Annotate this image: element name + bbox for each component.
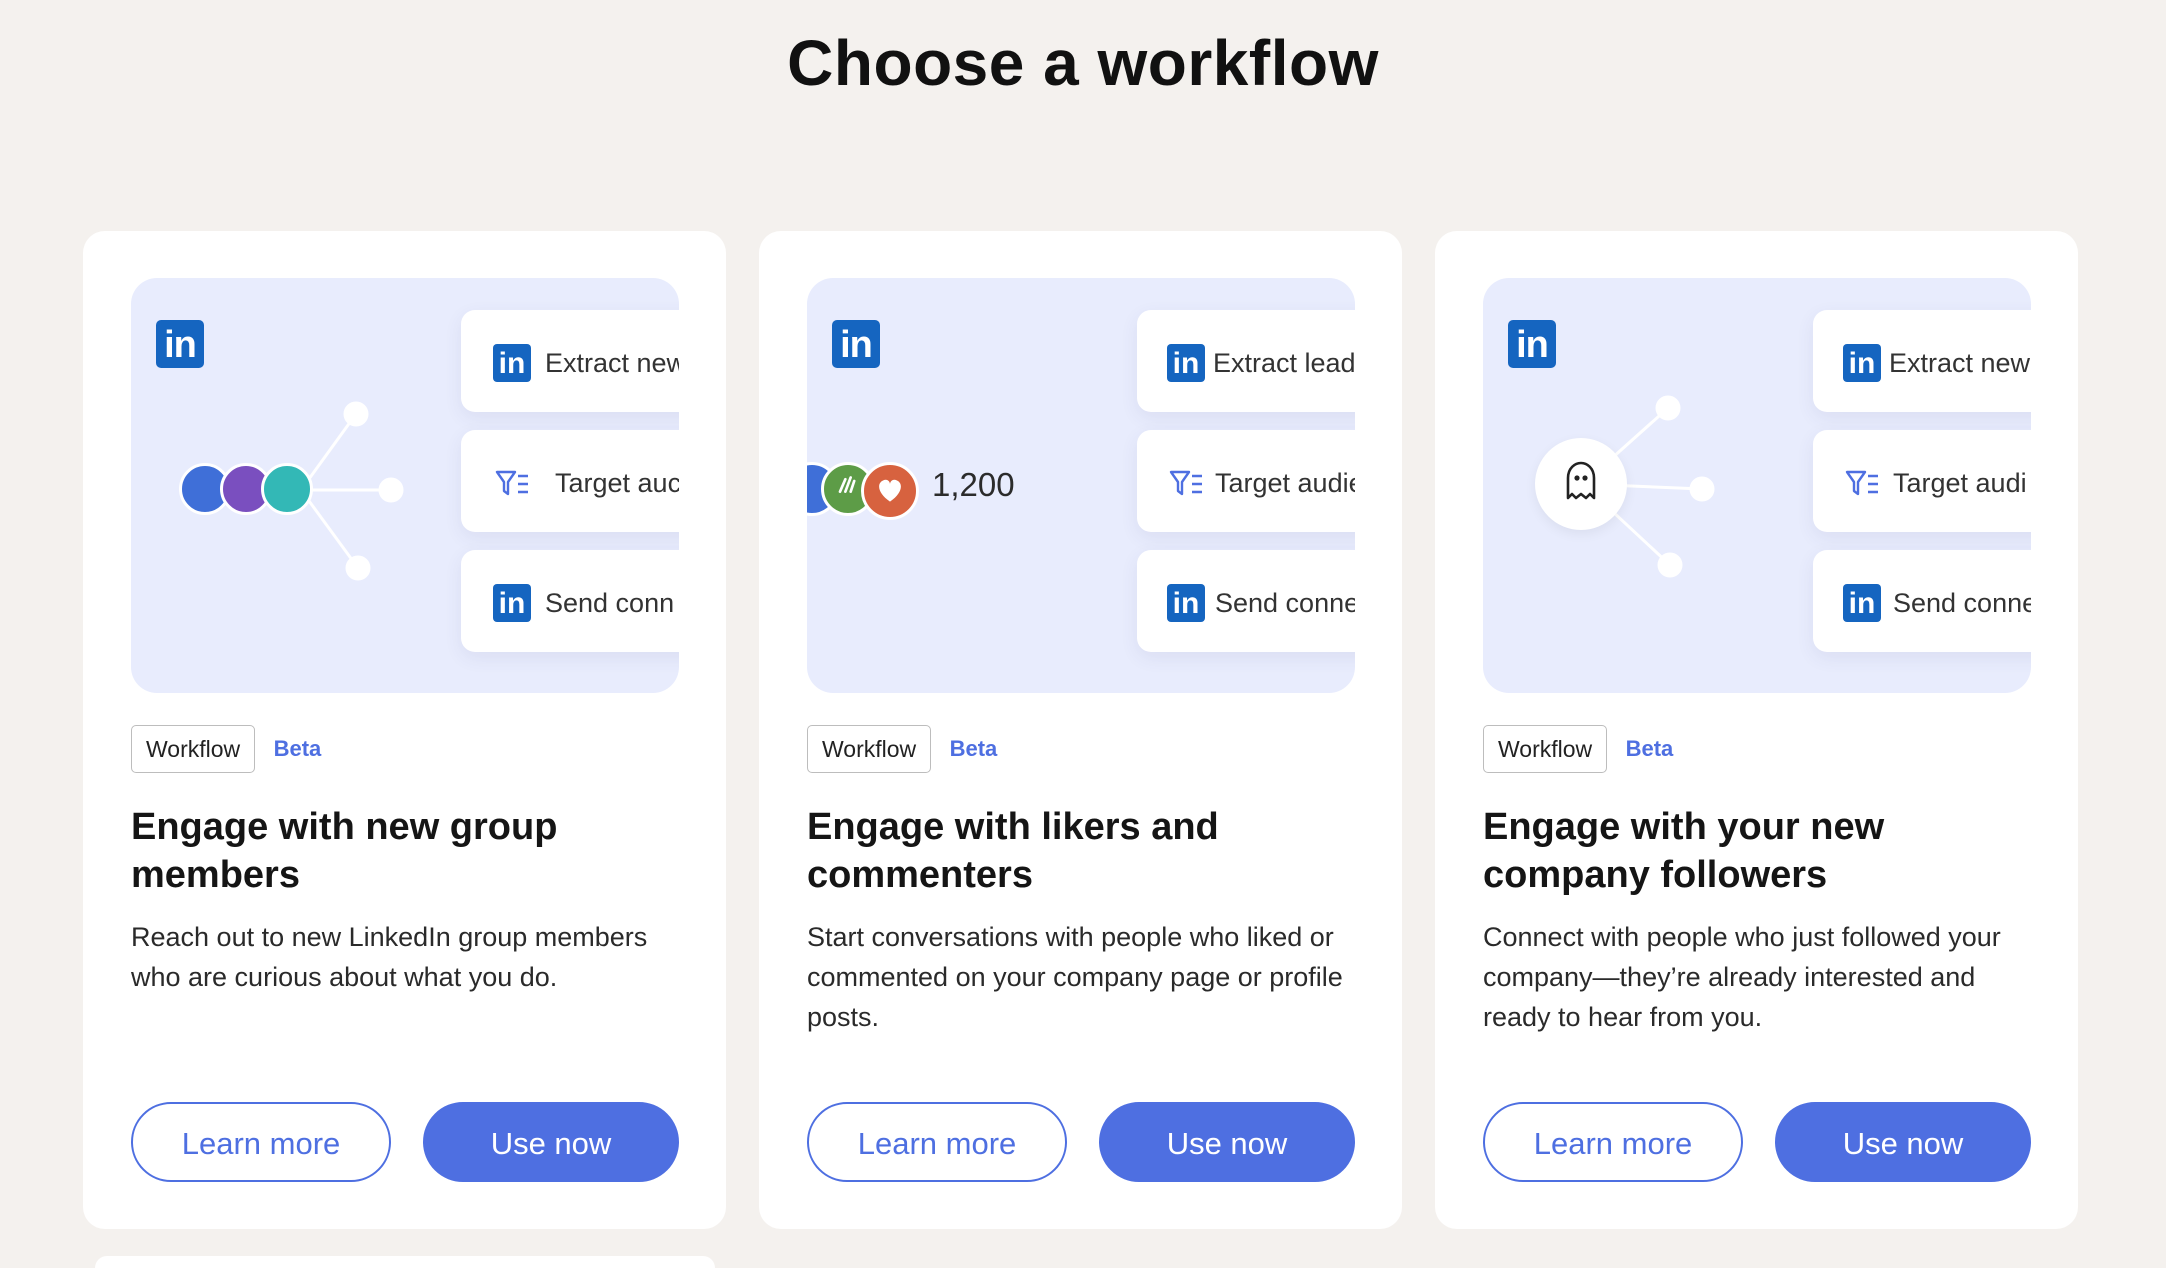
linkedin-icon: in	[1167, 344, 1205, 382]
reaction-count: 1,200	[932, 466, 1015, 503]
step-send: in Send connection	[1137, 550, 1355, 652]
step-label: Extract new	[1889, 348, 2031, 378]
step-extract: in Extract new	[1813, 310, 2031, 412]
beta-badge: Beta	[1625, 736, 1674, 761]
card-tags: Workflow Beta	[131, 725, 321, 773]
workflow-preview: in in Extract new Target audi in Send co…	[1483, 278, 2031, 693]
workflow-tag: Workflow	[131, 725, 256, 773]
connector-lines-icon	[1581, 395, 1715, 578]
card-title: Engage with your new company followers	[1483, 806, 1885, 896]
step-extract: in Extract new	[461, 310, 679, 412]
hub-graphic	[131, 278, 431, 693]
heart-reaction-icon	[861, 462, 919, 520]
step-label: Send conn	[545, 588, 675, 618]
step-label: Extract new	[545, 348, 679, 378]
step-target: Target auc	[461, 430, 679, 532]
learn-more-button[interactable]: Learn more	[807, 1102, 1067, 1182]
step-send: in Send conne	[1813, 550, 2031, 652]
step-target: Target audi	[1813, 430, 2031, 532]
hub-graphic: 1,200	[807, 278, 1107, 693]
learn-more-button[interactable]: Learn more	[131, 1102, 391, 1182]
use-now-button[interactable]: Use now	[423, 1102, 679, 1182]
step-label: Extract leads from	[1213, 348, 1355, 378]
avatar-icon	[261, 463, 313, 515]
step-target: Target audience f	[1137, 430, 1355, 532]
page-title: Choose a workflow	[787, 27, 1379, 99]
linkedin-icon: in	[1843, 344, 1881, 382]
use-now-button[interactable]: Use now	[1775, 1102, 2031, 1182]
step-label: Target audience f	[1215, 468, 1355, 498]
workflow-preview: in in Extract new Target auc in Send con…	[131, 278, 679, 693]
card-title: Engage with likers and commenters	[807, 806, 1219, 896]
filter-icon	[495, 470, 528, 496]
step-label: Send conne	[1893, 588, 2031, 618]
beta-badge: Beta	[949, 736, 998, 761]
step-label: Target audi	[1893, 468, 2027, 498]
workflow-tag: Workflow	[1483, 725, 1608, 773]
linkedin-icon: in	[493, 344, 531, 382]
workflow-card-company-followers: in in Extract new Target audi in Send co…	[1435, 231, 2078, 1229]
workflow-tag: Workflow	[807, 725, 932, 773]
beta-badge: Beta	[273, 736, 322, 761]
card-description: Start conversations with people who like…	[807, 922, 1343, 1032]
card-tags: Workflow Beta	[1483, 725, 1673, 773]
workflow-card-group-members: in in Extract new Target auc in Send con…	[83, 231, 726, 1229]
workflow-card-likers-commenters: in 1,200 in Extract leads from	[759, 231, 1402, 1229]
filter-icon	[1169, 470, 1202, 496]
filter-icon	[1845, 470, 1878, 496]
step-label: Target auc	[555, 468, 679, 498]
next-card-edge	[95, 1256, 715, 1268]
card-description: Connect with people who just followed yo…	[1483, 922, 2001, 1032]
step-extract: in Extract leads from	[1137, 310, 1355, 412]
workflow-preview: in 1,200 in Extract leads from	[807, 278, 1355, 693]
linkedin-icon: in	[493, 584, 531, 622]
card-description: Reach out to new LinkedIn group members …	[131, 922, 648, 992]
linkedin-icon: in	[1167, 584, 1205, 622]
linkedin-icon: in	[1843, 584, 1881, 622]
learn-more-button[interactable]: Learn more	[1483, 1102, 1743, 1182]
step-send: in Send conn	[461, 550, 679, 652]
use-now-button[interactable]: Use now	[1099, 1102, 1355, 1182]
ghost-icon	[1535, 438, 1627, 530]
step-label: Send connection	[1215, 588, 1355, 618]
card-tags: Workflow Beta	[807, 725, 997, 773]
hub-graphic	[1483, 278, 1783, 693]
card-title: Engage with new group members	[131, 806, 558, 896]
